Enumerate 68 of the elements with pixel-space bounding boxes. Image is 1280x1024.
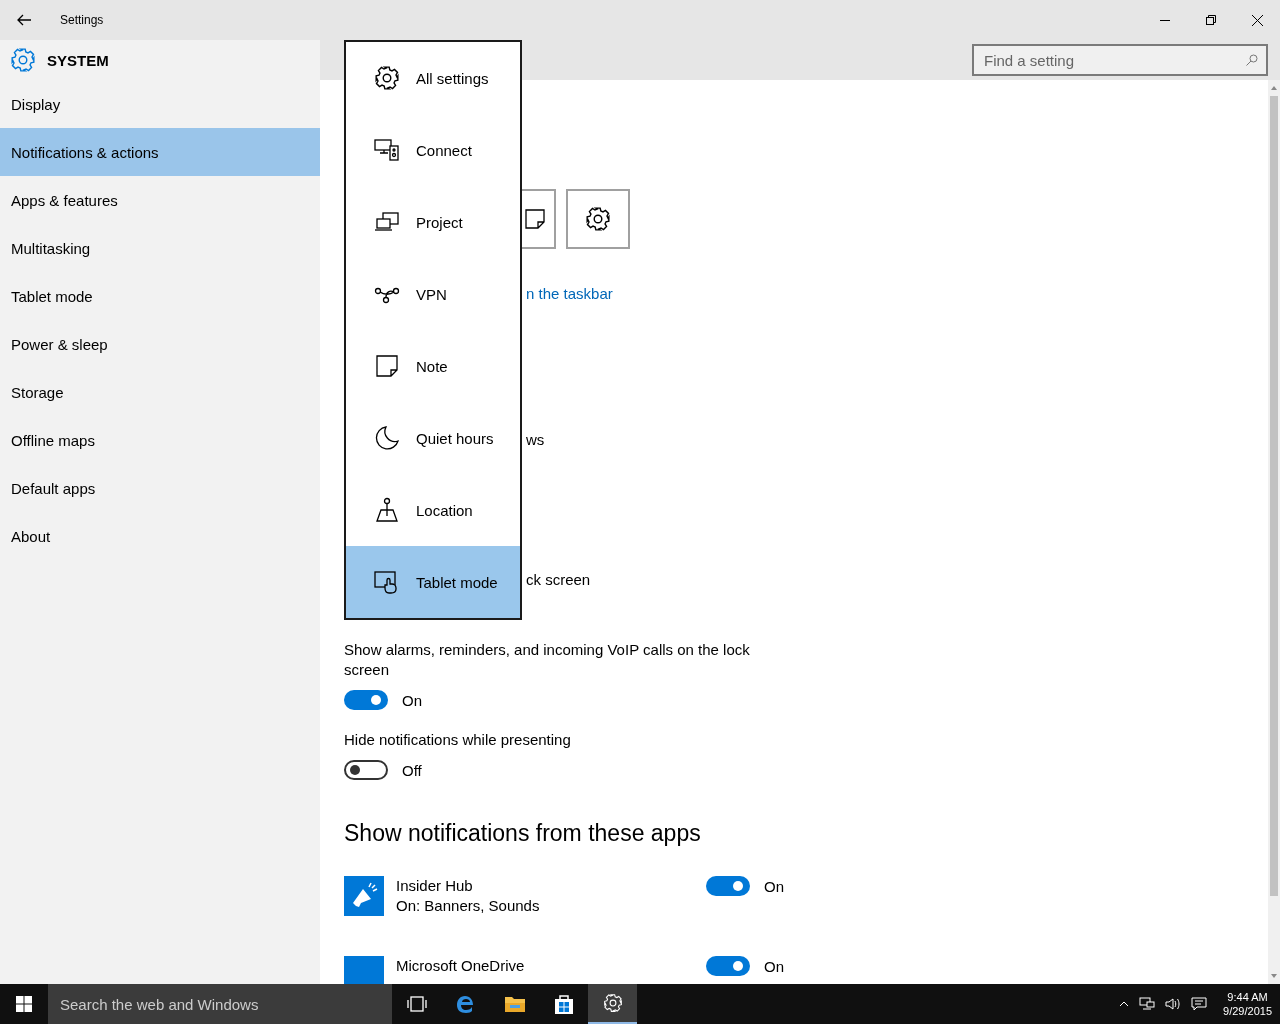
scrollbar[interactable]	[1268, 80, 1280, 984]
setting-label: Hide notifications while presenting	[344, 730, 571, 750]
menu-item[interactable]: Location	[346, 474, 520, 546]
clock[interactable]: 9:44 AM 9/29/2015	[1223, 990, 1272, 1018]
gear-icon	[602, 993, 623, 1013]
setting-label: ws	[526, 430, 545, 450]
restore-icon[interactable]	[1206, 15, 1216, 25]
quick-action-tile[interactable]	[566, 189, 630, 249]
search-icon	[1246, 54, 1258, 66]
folder-icon[interactable]	[503, 994, 526, 1014]
windows-logo-icon[interactable]	[16, 996, 32, 1012]
gear-icon	[374, 65, 400, 91]
shopping-bag-icon[interactable]	[552, 993, 575, 1015]
back-arrow-icon[interactable]	[17, 14, 31, 26]
sidebar-item[interactable]: Notifications & actions	[0, 128, 320, 176]
gear-icon	[585, 206, 611, 232]
toggle-state: On	[764, 957, 784, 975]
minimize-icon[interactable]	[1160, 19, 1170, 21]
app-tile-icon	[344, 956, 384, 984]
sidebar-item[interactable]: Offline maps	[0, 416, 320, 464]
menu-item[interactable]: VPN	[346, 258, 520, 330]
tablet-hand-icon	[374, 569, 400, 595]
task-view-icon[interactable]	[406, 994, 427, 1014]
setting-label: Show alarms, reminders, and incoming VoIP calls on the lock screen	[344, 640, 751, 680]
section-heading: Show notifications from these apps	[344, 819, 701, 848]
sidebar-item[interactable]: Storage	[0, 368, 320, 416]
speaker-icon[interactable]	[1165, 997, 1182, 1011]
toggle-state: On	[402, 691, 422, 709]
taskbar-app[interactable]	[588, 984, 637, 1024]
setting-label: ck screen	[526, 570, 591, 590]
moon-icon	[374, 425, 400, 451]
window-title: Settings	[60, 13, 104, 27]
toggle-state: On	[764, 877, 784, 895]
menu-item[interactable]: Tablet mode	[346, 546, 520, 618]
note-icon	[524, 208, 546, 230]
monitor-speaker-icon	[374, 137, 400, 163]
sidebar-item[interactable]: Power & sleep	[0, 320, 320, 368]
section-title: SYSTEM	[47, 51, 109, 69]
gear-icon	[10, 47, 36, 73]
chevron-up-icon[interactable]	[1119, 1001, 1130, 1007]
network-icon[interactable]	[1139, 997, 1156, 1011]
sidebar-item[interactable]: Default apps	[0, 464, 320, 512]
settings-link[interactable]: n the taskbar	[526, 284, 613, 304]
note-icon	[374, 353, 400, 379]
toggle-switch[interactable]	[344, 760, 388, 780]
sidebar-item[interactable]: Tablet mode	[0, 272, 320, 320]
menu-item[interactable]: Connect	[346, 114, 520, 186]
toggle-switch[interactable]	[344, 690, 388, 710]
sidebar-item[interactable]: About	[0, 512, 320, 560]
message-icon[interactable]	[1191, 997, 1208, 1011]
toggle-switch[interactable]	[706, 956, 750, 976]
menu-item[interactable]: All settings	[346, 42, 520, 114]
sidebar-item[interactable]: Display	[0, 80, 320, 128]
pin-icon	[374, 497, 400, 523]
close-icon[interactable]	[1251, 14, 1263, 26]
toggle-state: Off	[402, 761, 422, 779]
sidebar-item[interactable]: Apps & features	[0, 176, 320, 224]
menu-item[interactable]: Project	[346, 186, 520, 258]
search-field[interactable]: Find a setting	[972, 44, 1268, 76]
toggle-switch[interactable]	[706, 876, 750, 896]
menu-item[interactable]: Quiet hours	[346, 402, 520, 474]
app-name: Insider Hub	[396, 876, 474, 896]
app-name: Microsoft OneDrive	[396, 956, 526, 976]
menu-item[interactable]: Note	[346, 330, 520, 402]
sidebar-item[interactable]: Multitasking	[0, 224, 320, 272]
app-tile-icon	[344, 876, 384, 916]
app-detail: On: Banners, Sounds	[396, 896, 541, 916]
taskbar-search-field[interactable]: Search the web and Windows	[48, 984, 392, 1024]
